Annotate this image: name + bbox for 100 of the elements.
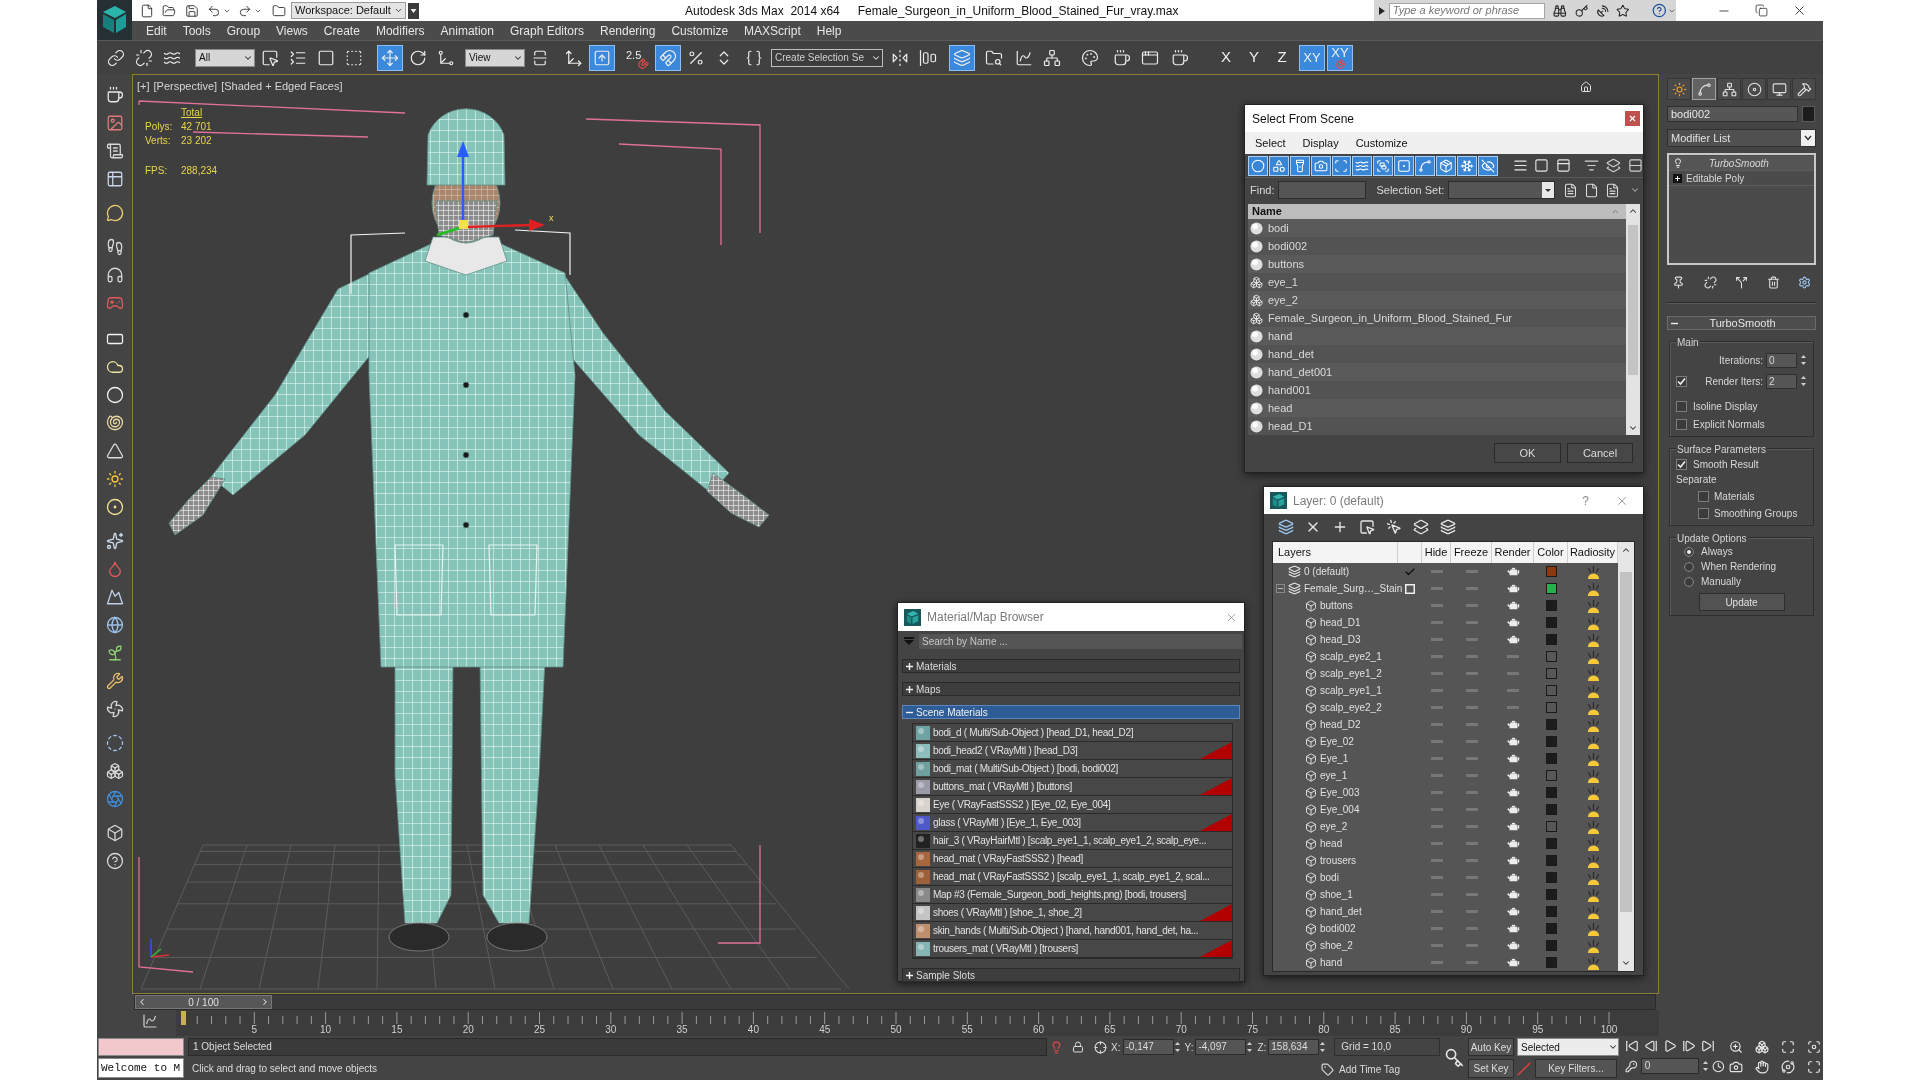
color-swatch[interactable] xyxy=(1545,787,1557,798)
spinner-field[interactable]: 2 xyxy=(1766,373,1797,389)
table-icon[interactable] xyxy=(105,170,124,188)
set-key-button[interactable]: Set Key xyxy=(1468,1059,1514,1078)
layer-row[interactable]: scalp_eye1_1 xyxy=(1273,682,1618,699)
column-header[interactable]: Name xyxy=(1252,203,1282,220)
color-swatch[interactable] xyxy=(1545,702,1557,713)
list-row[interactable]: hand_det001 xyxy=(1248,363,1627,381)
material-row[interactable]: Eye ( VRayFastSSS2 ) [Eye_02, Eye_004] xyxy=(913,796,1232,814)
coordinate-field[interactable]: -0,147 xyxy=(1122,1039,1174,1055)
list-row[interactable]: head xyxy=(1248,399,1627,417)
radiosity-sun-icon[interactable] xyxy=(1585,836,1601,851)
satellite-dish-icon[interactable] xyxy=(1596,3,1610,18)
list-row[interactable]: Female_Surgeon_in_Uniform_Blood_Stained_Fur xyxy=(1248,309,1627,327)
search-field[interactable]: Search by Name ... xyxy=(919,633,1242,649)
layer-row[interactable]: scalp_eye2_2 xyxy=(1273,699,1618,716)
axis-constraint-button[interactable]: X xyxy=(1213,44,1239,71)
radiosity-sun-icon[interactable] xyxy=(1585,717,1601,732)
radiosity-sun-icon[interactable] xyxy=(1585,700,1601,715)
color-swatch[interactable] xyxy=(1545,923,1557,934)
axis-constraint-button[interactable]: Z xyxy=(1269,44,1295,71)
radiosity-sun-icon[interactable] xyxy=(1585,785,1601,800)
caret-down-icon[interactable] xyxy=(1668,6,1676,15)
boxes-icon[interactable] xyxy=(1755,1040,1769,1054)
spinner-arrows-icon[interactable] xyxy=(1800,374,1807,388)
search-field[interactable]: Type a keyword or phrase xyxy=(1388,2,1545,19)
workspace-dropdown[interactable]: Workspace: Default xyxy=(291,2,406,19)
layer-row[interactable]: head xyxy=(1273,835,1618,852)
material-row[interactable]: bodi_mat ( Multi/Sub-Object ) [bodi, bodi002] xyxy=(913,760,1232,778)
layer-row[interactable]: eye_2 xyxy=(1273,818,1618,835)
close-icon[interactable] xyxy=(1792,3,1807,18)
key-icon[interactable] xyxy=(1444,1048,1464,1068)
filter-toggle-button[interactable] xyxy=(1394,155,1414,176)
sparkles-icon[interactable] xyxy=(105,532,124,550)
command-panel-tab[interactable] xyxy=(1717,78,1741,100)
filter-toggle-button[interactable] xyxy=(1289,155,1310,176)
color-swatch[interactable] xyxy=(1545,566,1557,577)
radiosity-sun-icon[interactable] xyxy=(1585,649,1601,664)
spinner-arrows-icon[interactable] xyxy=(1246,1040,1254,1054)
spinner-field[interactable]: 0 xyxy=(1766,352,1797,368)
panel-icon[interactable] xyxy=(1556,158,1572,173)
color-swatch[interactable] xyxy=(1545,889,1557,900)
magnet-button[interactable] xyxy=(655,44,681,71)
color-swatch[interactable] xyxy=(1545,872,1557,883)
project-folder-icon[interactable] xyxy=(272,3,286,18)
color-swatch[interactable] xyxy=(1545,651,1557,662)
layers-icon[interactable] xyxy=(1606,158,1622,173)
list-row[interactable]: head_D1 xyxy=(1248,417,1627,435)
radiosity-sun-icon[interactable] xyxy=(1585,819,1601,834)
aperture-icon[interactable] xyxy=(105,790,124,808)
list-row[interactable]: bodi xyxy=(1248,219,1627,237)
teapot-icon[interactable] xyxy=(1506,941,1520,950)
radiosity-sun-icon[interactable] xyxy=(1585,955,1601,970)
layer-row[interactable]: shoe_2 xyxy=(1273,937,1618,954)
layer-row[interactable]: head_D3 xyxy=(1273,631,1618,648)
color-swatch[interactable] xyxy=(1545,753,1557,764)
checkbox[interactable] xyxy=(1676,458,1687,470)
footprints-icon[interactable] xyxy=(105,238,124,256)
radiosity-sun-icon[interactable] xyxy=(1585,768,1601,783)
list-row[interactable]: hand xyxy=(1248,327,1627,345)
color-swatch[interactable] xyxy=(1545,838,1557,849)
key-mode-dropdown[interactable]: Selected xyxy=(1517,1038,1619,1056)
menu-item[interactable]: Rendering xyxy=(592,21,664,40)
layer-row[interactable]: head_D2 xyxy=(1273,716,1618,733)
help-label[interactable]: ? xyxy=(1582,491,1589,510)
caret-right-icon[interactable] xyxy=(1379,6,1385,15)
checkbox[interactable] xyxy=(1698,490,1709,502)
file-icon[interactable] xyxy=(1584,182,1600,198)
radiosity-sun-icon[interactable] xyxy=(1585,683,1601,698)
zoom-icon[interactable] xyxy=(1729,1040,1743,1054)
teapot-icon[interactable] xyxy=(1506,635,1520,644)
material-row[interactable]: hair_3 ( VRayHairMtl ) [scalp_eye1_1, scalp_eye1_2, scalp_eye... xyxy=(913,832,1232,850)
list-row[interactable]: hand001 xyxy=(1248,381,1627,399)
open-folder-icon[interactable] xyxy=(162,3,176,18)
max-listener-field[interactable] xyxy=(98,1038,184,1056)
sun-icon[interactable] xyxy=(105,470,124,488)
layer-row[interactable]: Eye_003 xyxy=(1273,784,1618,801)
filter-toggle-button[interactable] xyxy=(1248,155,1268,176)
layer-row[interactable]: eye_1 xyxy=(1273,767,1618,784)
listener-output[interactable]: Welcome to M xyxy=(98,1058,184,1078)
add-time-tag-label[interactable]: Add Time Tag xyxy=(1339,1061,1400,1077)
play-icon[interactable] xyxy=(1663,1039,1677,1053)
pointer-square-icon[interactable] xyxy=(1359,518,1375,535)
command-panel-tab[interactable] xyxy=(1767,78,1791,100)
color-swatch[interactable] xyxy=(1545,719,1557,730)
document-icon[interactable] xyxy=(1605,182,1621,198)
undo-icon[interactable] xyxy=(207,3,221,18)
layers-button[interactable] xyxy=(949,44,975,71)
radiosity-sun-icon[interactable] xyxy=(1585,853,1601,868)
radiosity-sun-icon[interactable] xyxy=(1585,938,1601,953)
layer-row[interactable]: scalp_eye1_2 xyxy=(1273,665,1618,682)
move-button[interactable] xyxy=(377,44,403,71)
teapot-icon[interactable] xyxy=(1506,839,1520,848)
layers-stack-icon[interactable] xyxy=(1413,518,1429,535)
pin-icon[interactable] xyxy=(1672,275,1685,289)
menu-item[interactable]: Display xyxy=(1302,134,1339,152)
key-icon[interactable] xyxy=(1574,3,1589,18)
teapot-icon[interactable] xyxy=(1506,958,1520,967)
home-icon[interactable] xyxy=(1580,81,1592,93)
teapot-icon[interactable] xyxy=(1506,618,1520,627)
